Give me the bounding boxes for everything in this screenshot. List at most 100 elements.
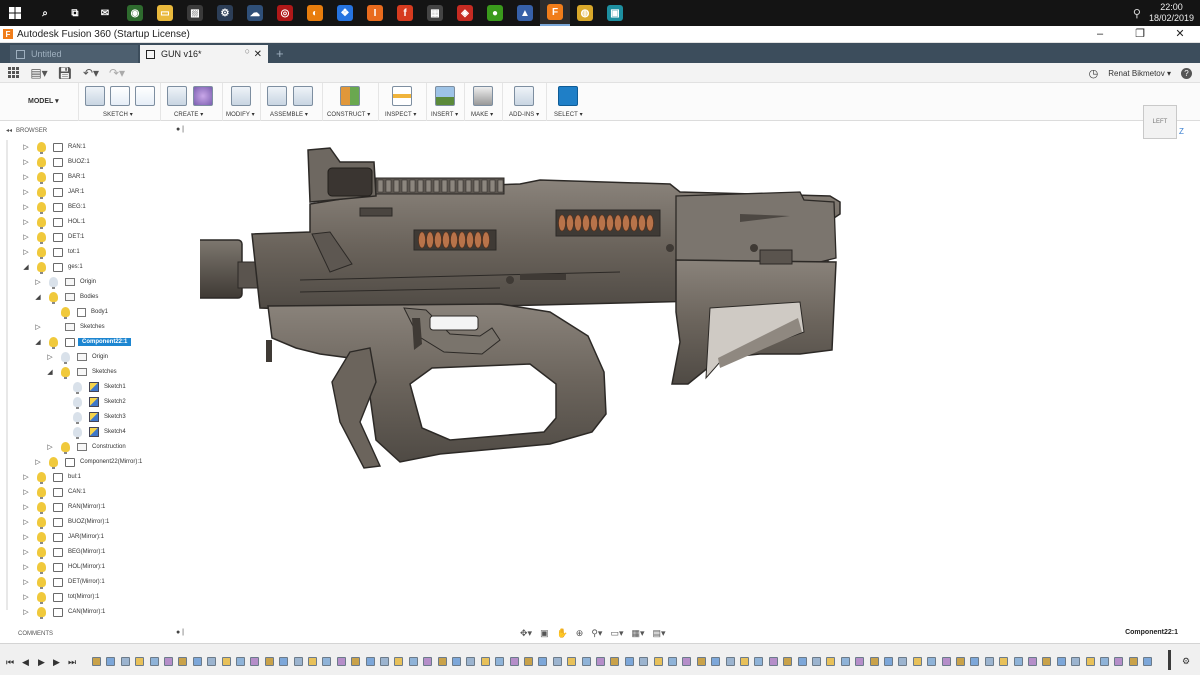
visibility-bulb-icon[interactable] — [37, 607, 46, 619]
taskbar-app[interactable]: ❖ — [330, 0, 360, 26]
browser-node[interactable]: ▷ CAN(Mirror):1 — [22, 605, 105, 619]
browser-node[interactable]: ▷ DET:1 — [22, 230, 84, 244]
sketch-menu[interactable]: SKETCH ▾ — [103, 111, 133, 118]
taskbar-app[interactable]: I — [360, 0, 390, 26]
timeline-feature-icon[interactable] — [149, 657, 159, 666]
browser-node[interactable]: Body1 — [46, 305, 108, 319]
timeline-feature-icon[interactable] — [92, 657, 101, 666]
workspace-mode-dropdown[interactable]: MODEL ▾ — [28, 97, 59, 105]
visibility-bulb-icon[interactable] — [37, 502, 46, 514]
visibility-bulb-icon[interactable] — [37, 547, 46, 559]
timeline-feature-icon[interactable] — [408, 657, 418, 666]
visibility-bulb-icon[interactable] — [37, 487, 46, 499]
timeline-feature-icon[interactable] — [639, 657, 649, 666]
extrude-icon[interactable] — [167, 86, 187, 106]
browser-node[interactable]: ▷ Component22(Mirror):1 — [34, 455, 142, 469]
timeline-feature-icon[interactable] — [106, 657, 116, 666]
browser-node[interactable]: ▷ HOL(Mirror):1 — [22, 560, 105, 574]
timeline-feature-icon[interactable] — [1071, 657, 1081, 666]
rectangle-tool-icon[interactable] — [135, 86, 155, 106]
visibility-bulb-icon[interactable] — [73, 427, 82, 439]
press-pull-icon[interactable] — [231, 86, 251, 106]
timeline-feature-icon[interactable] — [754, 657, 764, 666]
visibility-bulb-icon[interactable] — [37, 262, 46, 274]
timeline-feature-icon[interactable] — [365, 657, 375, 666]
viewcube[interactable]: LEFT Z — [1143, 97, 1184, 143]
visibility-bulb-icon[interactable] — [73, 382, 82, 394]
timeline-feature-icon[interactable] — [740, 657, 749, 666]
3d-canvas[interactable] — [121, 122, 1200, 622]
visibility-bulb-icon[interactable] — [49, 337, 58, 349]
timeline-feature-icon[interactable] — [581, 657, 591, 666]
timeline-end-button[interactable]: ⏭ — [68, 657, 76, 668]
file-menu-icon[interactable]: ▤▾ — [26, 63, 52, 83]
browser-node[interactable]: ▷ Origin — [46, 350, 108, 364]
browser-node[interactable]: Sketch3 — [58, 410, 126, 424]
expand-arrow-icon[interactable]: ▷ — [22, 548, 30, 556]
timeline-feature-icon[interactable] — [207, 657, 217, 666]
visibility-bulb-icon[interactable] — [61, 367, 70, 379]
expand-arrow-icon[interactable]: ▷ — [22, 233, 30, 241]
insert-image-icon[interactable] — [435, 86, 455, 106]
new-tab-button[interactable]: + — [270, 45, 290, 63]
visibility-bulb-icon[interactable] — [37, 247, 46, 259]
expand-arrow-icon[interactable]: ▷ — [22, 518, 30, 526]
user-account-menu[interactable]: Renat Bikmetov ▾ — [1108, 69, 1171, 78]
timeline-feature-icon[interactable] — [653, 657, 663, 666]
browser-node[interactable]: ▷ JAR(Mirror):1 — [22, 530, 104, 544]
browser-node[interactable]: ◢ Sketches — [46, 365, 117, 379]
browser-node[interactable]: ▷ BAR:1 — [22, 170, 85, 184]
minimize-button[interactable]: – — [1080, 26, 1120, 43]
timeline-feature-icon[interactable] — [279, 657, 289, 666]
browser-node[interactable]: ◢ Component22:1 — [34, 335, 132, 349]
timeline-feature-icon[interactable] — [1100, 657, 1109, 666]
redo-icon[interactable]: ↷▾ — [104, 63, 130, 83]
close-window-button[interactable]: ✕ — [1160, 26, 1200, 43]
timeline-feature-icon[interactable] — [567, 657, 577, 666]
expand-arrow-icon[interactable]: ▷ — [22, 173, 30, 181]
construct-menu[interactable]: CONSTRUCT ▾ — [327, 111, 370, 118]
browser-node[interactable]: ▷ JAR:1 — [22, 185, 84, 199]
timeline-feature-icon[interactable] — [1143, 657, 1153, 666]
timeline-forward-button[interactable]: ▶ — [53, 657, 60, 668]
inspect-menu[interactable]: INSPECT ▾ — [385, 111, 416, 118]
make-menu[interactable]: MAKE ▾ — [471, 111, 493, 118]
browser-node[interactable]: ▷ Origin — [34, 275, 96, 289]
timeline-marker[interactable] — [1168, 650, 1171, 670]
expand-arrow-icon[interactable]: ▷ — [22, 533, 30, 541]
visibility-bulb-icon[interactable] — [73, 397, 82, 409]
taskbar-app[interactable]: ◎ — [270, 0, 300, 26]
expand-arrow-icon[interactable]: ▷ — [22, 578, 30, 586]
taskbar-app[interactable]: ☁ — [240, 0, 270, 26]
taskbar-app[interactable]: ◍ — [570, 0, 600, 26]
windows-start-button[interactable] — [0, 0, 30, 26]
taskbar-app[interactable]: F — [540, 0, 570, 26]
display-settings-icon[interactable]: ▭▾ — [610, 628, 623, 639]
maximize-button[interactable]: ❐ — [1120, 26, 1160, 43]
visibility-bulb-icon[interactable] — [37, 517, 46, 529]
visibility-bulb-icon[interactable] — [37, 577, 46, 589]
visibility-bulb-icon[interactable] — [37, 232, 46, 244]
create-menu[interactable]: CREATE ▾ — [174, 111, 203, 118]
zoom-window-icon[interactable]: ⚲▾ — [591, 628, 602, 639]
timeline-feature-icon[interactable] — [927, 657, 937, 666]
viewports-icon[interactable]: ▤▾ — [653, 628, 666, 639]
comments-panel-header[interactable]: COMMENTS ● | — [0, 627, 190, 640]
undo-icon[interactable]: ↶▾ — [78, 63, 104, 83]
taskbar-app[interactable]: ▨ — [180, 0, 210, 26]
timeline-feature-icon[interactable] — [768, 657, 778, 666]
expand-arrow-icon[interactable]: ▷ — [46, 353, 54, 361]
timeline-feature-icon[interactable] — [495, 657, 505, 666]
timeline-feature-icon[interactable] — [452, 657, 461, 666]
close-tab-icon[interactable]: ✕ — [254, 49, 262, 60]
job-status-clock-icon[interactable]: ◷ — [1089, 67, 1099, 80]
timeline-settings-icon[interactable]: ⚙ — [1182, 656, 1190, 667]
visibility-bulb-icon[interactable] — [37, 187, 46, 199]
timeline-feature-icon[interactable] — [192, 657, 202, 666]
timeline-feature-icon[interactable] — [1013, 657, 1023, 666]
grid-snap-icon[interactable]: ▦▾ — [631, 628, 644, 639]
taskbar-app[interactable]: ⌕ — [30, 0, 60, 26]
pan-icon[interactable]: ✋ — [557, 628, 568, 639]
look-at-icon[interactable]: ▣ — [540, 628, 549, 639]
timeline-feature-icon[interactable] — [552, 657, 562, 666]
